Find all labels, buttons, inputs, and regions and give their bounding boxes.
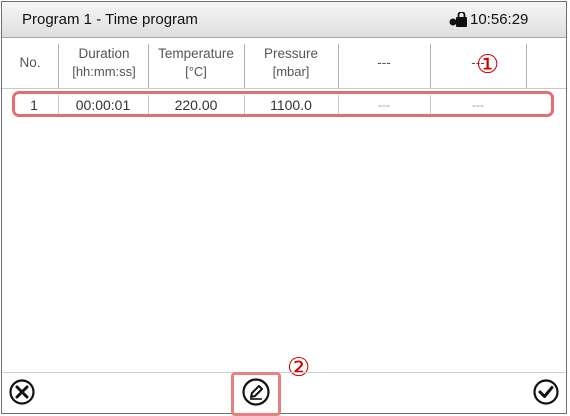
column-divider xyxy=(148,44,149,88)
cancel-icon xyxy=(8,378,36,411)
column-unit: [hh:mm:ss] xyxy=(72,64,136,79)
cell-divider xyxy=(244,95,245,115)
column-header-duration: Duration [hh:mm:ss] xyxy=(58,38,150,88)
clock-time: 10:56:29 xyxy=(470,11,529,28)
lock-icon xyxy=(448,11,468,28)
edit-icon xyxy=(241,377,271,412)
header-divider xyxy=(2,88,566,89)
cell-pressure: 1100.0 xyxy=(270,97,312,113)
column-divider xyxy=(58,44,59,88)
cell-divider xyxy=(148,95,149,115)
column-header-pressure: Pressure [mbar] xyxy=(244,38,338,88)
column-unit: [mbar] xyxy=(272,64,310,79)
column-divider xyxy=(526,44,527,88)
cancel-button[interactable] xyxy=(6,378,38,410)
cell-col5: --- xyxy=(378,98,390,112)
cell-no: 1 xyxy=(30,97,38,113)
cell-divider xyxy=(338,95,339,115)
column-divider xyxy=(244,44,245,88)
title-bar: Program 1 - Time program 10:56:29 xyxy=(2,2,566,38)
column-label: Temperature xyxy=(158,46,234,61)
column-label: Duration xyxy=(78,46,130,61)
column-label: Pressure xyxy=(263,46,319,61)
column-label: --- xyxy=(377,55,391,70)
annotation-marker-2: ② xyxy=(287,353,311,383)
edit-button[interactable] xyxy=(240,377,272,412)
page-title: Program 1 - Time program xyxy=(22,11,198,28)
cell-temperature: 220.00 xyxy=(174,97,218,113)
cell-divider xyxy=(58,95,59,115)
column-divider xyxy=(430,44,431,88)
column-label: No. xyxy=(19,55,41,70)
column-header-temperature: Temperature [°C] xyxy=(148,38,244,88)
cell-col6: --- xyxy=(472,98,484,112)
column-unit: [°C] xyxy=(185,64,207,79)
confirm-icon xyxy=(532,378,560,411)
column-header-no: No. xyxy=(8,38,52,88)
column-divider xyxy=(338,44,339,88)
column-header-5: --- xyxy=(338,38,430,88)
cell-duration: 00:00:01 xyxy=(75,97,131,113)
confirm-button[interactable] xyxy=(530,378,562,410)
cell-divider xyxy=(430,95,431,115)
annotation-marker-1: ① xyxy=(476,50,500,80)
footer-divider xyxy=(2,372,566,373)
